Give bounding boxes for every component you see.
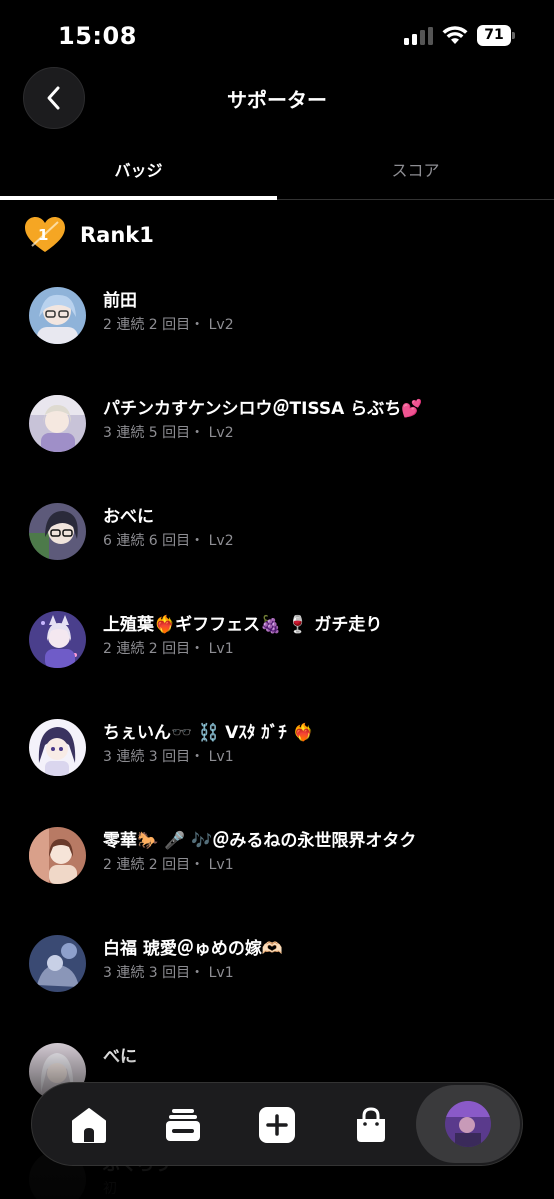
list-item[interactable]: パチンカすケンシロウ＠TISSA らぶち💕 3 連続 5 回目・ Lv2 [0,384,554,464]
tab-bar: バッジ スコア [0,150,554,200]
supporter-name: パチンカすケンシロウ＠TISSA らぶち💕 [103,399,423,419]
home-icon [72,1108,106,1143]
shopping-bag-icon [357,1107,385,1142]
supporter-meta: 3 連続 3 回目・ Lv1 [103,965,234,981]
avatar [29,719,86,776]
list-item[interactable]: 零華🐎 🎤 🎶＠みるねの永世限界オタク 2 連続 2 回目・ Lv1 [0,816,554,896]
avatar [29,395,86,452]
supporter-name: ちぇいん🕶️ ⛓️ Vｽﾀ ｶﾞﾁ ❤️‍🔥 [103,723,314,743]
nav-home-button[interactable] [67,1103,111,1147]
avatar [29,827,86,884]
avatar [29,503,86,560]
status-time: 15:08 [58,22,137,50]
tab-score[interactable]: スコア [277,150,554,200]
supporter-meta: 2 連続 2 回目・ Lv2 [103,317,234,333]
avatar [29,611,86,668]
nav-add-button[interactable] [255,1103,299,1147]
nav-profile-button[interactable] [416,1085,520,1163]
supporter-name: べに [103,1047,137,1067]
list-item[interactable]: ちぇいん🕶️ ⛓️ Vｽﾀ ｶﾞﾁ ❤️‍🔥 3 連続 3 回目・ Lv1 [0,708,554,788]
status-bar: 15:08 71 [0,0,554,66]
cellular-signal-icon [404,27,433,45]
supporter-name: 白福 琥愛＠ゅめの嫁🫶🏻 [103,939,284,959]
battery-indicator: 71 [477,25,515,46]
supporter-meta: 3 連続 5 回目・ Lv2 [103,425,234,441]
list-item[interactable]: おべに 6 連続 6 回目・ Lv2 [0,492,554,572]
plus-icon [259,1107,295,1143]
nav-stack-button[interactable] [161,1103,205,1147]
supporter-meta: 初 [103,1181,117,1197]
rank-header: 1 Rank1 [24,212,154,258]
page-title: サポーター [227,88,327,112]
supporter-name: 上殖葉❤️‍🔥ギフフェス🍇 🍷 ガチ走り [103,615,383,635]
list-item[interactable]: 上殖葉❤️‍🔥ギフフェス🍇 🍷 ガチ走り 2 連続 2 回目・ Lv1 [0,600,554,680]
wifi-icon [442,26,468,44]
battery-level: 71 [477,25,511,46]
supporter-name: 前田 [103,291,137,311]
nav-shop-button[interactable] [349,1103,393,1147]
supporter-meta: 2 連続 2 回目・ Lv1 [103,857,234,873]
supporter-name: 零華🐎 🎤 🎶＠みるねの永世限界オタク [103,831,417,851]
list-item[interactable]: 前田 2 連続 2 回目・ Lv2 [0,276,554,356]
rank-badge-text: 1 [38,226,48,244]
profile-avatar [445,1101,491,1147]
list-item[interactable]: 白福 琥愛＠ゅめの嫁🫶🏻 3 連続 3 回目・ Lv1 [0,924,554,1004]
rank-label: Rank1 [80,223,154,247]
rank-heart-badge-icon: 1 [25,217,65,252]
bottom-nav [31,1082,523,1166]
avatar [29,287,86,344]
stack-icon [166,1109,200,1141]
tab-badge[interactable]: バッジ [0,150,277,200]
supporter-meta: 2 連続 2 回目・ Lv1 [103,641,234,657]
avatar [29,935,86,992]
supporter-name: おべに [103,507,154,527]
supporter-meta: 6 連続 6 回目・ Lv2 [103,533,234,549]
supporter-meta: 3 連続 3 回目・ Lv1 [103,749,234,765]
